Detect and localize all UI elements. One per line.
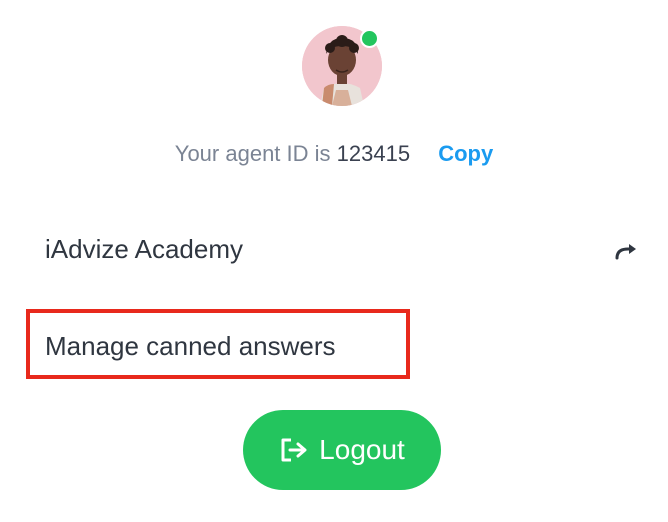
agent-id-row: Your agent ID is 123415 Copy [0,140,668,168]
menu-item-manage-canned-answers[interactable]: Manage canned answers [45,330,336,362]
copy-agent-id-link[interactable]: Copy [438,141,493,166]
agent-id-value: 123415 [336,141,411,166]
online-status-indicator [360,29,379,48]
menu-item-canned-answers-label: Manage canned answers [45,331,336,361]
external-link-arrow-icon[interactable] [614,241,640,261]
logout-icon [281,438,307,462]
agent-id-label: Your agent ID is [174,141,331,166]
menu-item-iadvize-academy[interactable]: iAdvize Academy [45,233,645,265]
avatar[interactable] [302,26,382,106]
logout-label: Logout [319,434,405,465]
menu-item-academy-label: iAdvize Academy [45,234,243,264]
logout-button[interactable]: Logout [243,410,441,490]
